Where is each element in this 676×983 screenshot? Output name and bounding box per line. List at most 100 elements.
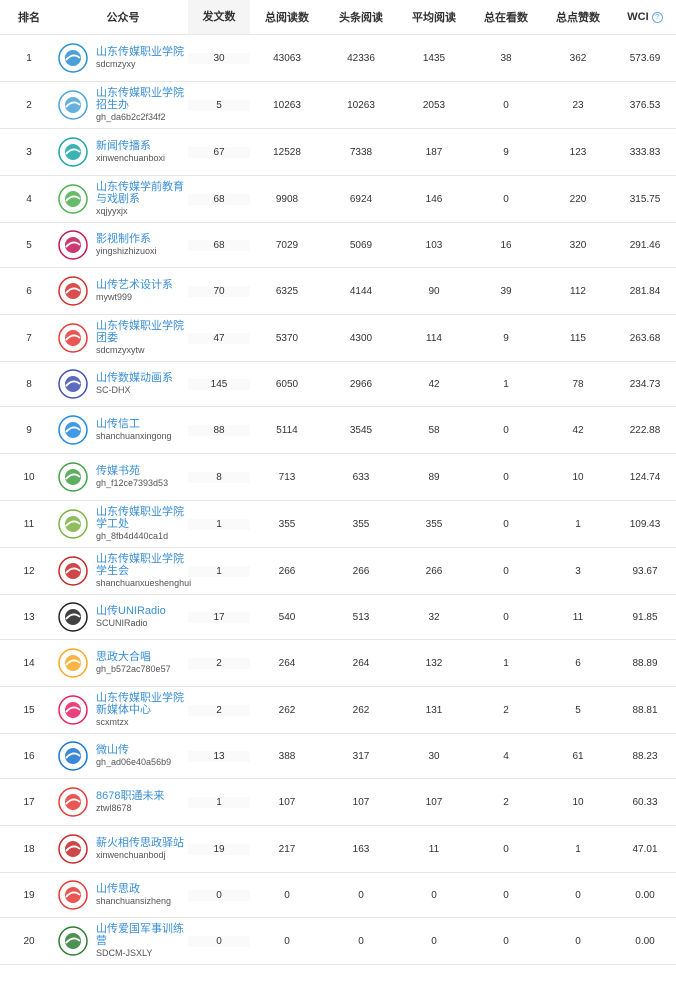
avatar-logo-icon xyxy=(58,230,88,260)
avatar-logo-icon xyxy=(58,90,88,120)
account-avatar[interactable] xyxy=(58,43,88,73)
account-avatar[interactable] xyxy=(58,369,88,399)
account-avatar[interactable] xyxy=(58,926,88,956)
account-avatar[interactable] xyxy=(58,741,88,771)
avg-reads-cell: 89 xyxy=(428,471,440,483)
rank-cell: 13 xyxy=(23,611,35,623)
table-row: 5 影视制作系 yingshizhizuoxi 68 7029 5069 103 16 320 2… xyxy=(0,223,676,268)
account-id: gh_f12ce7393d53 xyxy=(96,478,169,488)
account-avatar[interactable] xyxy=(58,184,88,214)
table-row: 2 山东传媒职业学院招生办 gh_da6b2c2f34f2 5 10263 10263 20… xyxy=(0,82,676,129)
account-avatar[interactable] xyxy=(58,509,88,539)
header-total-reads[interactable]: 总阅读数 xyxy=(250,9,324,25)
account-id: scxmtzx xyxy=(96,717,129,727)
account-avatar[interactable] xyxy=(58,90,88,120)
table-row: 8 山传数媒动画系 SC-DHX 145 6050 2966 42 1 78 234.73 xyxy=(0,362,676,407)
account-name-link[interactable]: 山东传媒职业学院学生会 xyxy=(96,553,191,577)
account-name-link[interactable]: 微山传 xyxy=(96,744,188,756)
avg-reads-cell: 0 xyxy=(431,889,437,901)
account-avatar[interactable] xyxy=(58,880,88,910)
header-rank[interactable]: 排名 xyxy=(0,9,58,25)
wci-cell: 376.53 xyxy=(629,99,661,111)
account-avatar[interactable] xyxy=(58,556,88,586)
account-name-link[interactable]: 新闻传播系 xyxy=(96,140,188,152)
posts-cell: 67 xyxy=(188,146,250,158)
account-avatar[interactable] xyxy=(58,462,88,492)
wci-cell: 333.83 xyxy=(629,146,661,158)
total-reads-cell: 5114 xyxy=(276,424,298,436)
account-name-link[interactable]: 山东传媒职业学院团委 xyxy=(96,320,188,344)
headline-reads-cell: 513 xyxy=(352,611,370,623)
account-id: sdcmzyxy xyxy=(96,59,136,69)
account-id: gh_ad06e40a56b9 xyxy=(96,757,172,767)
avg-reads-cell: 90 xyxy=(428,285,440,297)
header-account: 公众号 xyxy=(106,12,140,24)
posts-cell: 68 xyxy=(188,193,250,205)
account-avatar[interactable] xyxy=(58,787,88,817)
table-body: 1 山东传媒职业学院 sdcmzyxy 30 43063 42336 1435 38 362 57… xyxy=(0,35,676,965)
account-name-link[interactable]: 传媒书苑 xyxy=(96,465,188,477)
account-avatar[interactable] xyxy=(58,602,88,632)
avatar-logo-icon xyxy=(58,137,88,167)
account-name-link[interactable]: 山传UNIRadio xyxy=(96,605,188,617)
avatar-logo-icon xyxy=(58,602,88,632)
rank-cell: 7 xyxy=(26,332,32,344)
header-wci[interactable]: WCI? xyxy=(614,11,676,23)
account-avatar[interactable] xyxy=(58,230,88,260)
wci-cell: 47.01 xyxy=(632,843,658,855)
account-name-link[interactable]: 山传爱国军事训练营 xyxy=(96,923,188,947)
total-reads-cell: 264 xyxy=(278,657,296,669)
account-name-link[interactable]: 山东传媒职业学院新媒体中心 xyxy=(96,692,188,716)
table-row: 1 山东传媒职业学院 sdcmzyxy 30 43063 42336 1435 38 362 57… xyxy=(0,35,676,82)
account-avatar[interactable] xyxy=(58,648,88,678)
header-total-looking[interactable]: 总在看数 xyxy=(470,9,542,25)
account-name-link[interactable]: 山东传媒职业学院招生办 xyxy=(96,87,188,111)
account-name-link[interactable]: 思政大合唱 xyxy=(96,651,188,663)
looking-cell: 0 xyxy=(503,471,509,483)
looking-cell: 38 xyxy=(500,52,512,64)
account-name-link[interactable]: 山传数媒动画系 xyxy=(96,372,188,384)
likes-cell: 6 xyxy=(575,657,581,669)
account-avatar[interactable] xyxy=(58,695,88,725)
wci-cell: 222.88 xyxy=(629,424,661,436)
account-name-link[interactable]: 山传信工 xyxy=(96,418,188,430)
account-name-link[interactable]: 山东传媒职业学院学工处 xyxy=(96,506,188,530)
account-name-link[interactable]: 山传艺术设计系 xyxy=(96,279,188,291)
account-name-link[interactable]: 山传思政 xyxy=(96,883,188,895)
headline-reads-cell: 633 xyxy=(352,471,370,483)
total-reads-cell: 713 xyxy=(278,471,296,483)
likes-cell: 1 xyxy=(575,518,581,530)
total-reads-cell: 9908 xyxy=(275,193,299,205)
account-avatar[interactable] xyxy=(58,137,88,167)
wci-cell: 573.69 xyxy=(629,52,661,64)
account-id: xinwenchuanbodj xyxy=(96,850,166,860)
header-total-likes[interactable]: 总点赞数 xyxy=(542,9,614,25)
account-name-link[interactable]: 山东传媒职业学院 xyxy=(96,46,188,58)
avg-reads-cell: 1435 xyxy=(422,52,446,64)
avatar-logo-icon xyxy=(58,184,88,214)
account-avatar[interactable] xyxy=(58,415,88,445)
likes-cell: 362 xyxy=(569,52,587,64)
header-avg-reads[interactable]: 平均阅读 xyxy=(398,9,470,25)
account-avatar[interactable] xyxy=(58,276,88,306)
account-name-link[interactable]: 薪火相传思政驿站 xyxy=(96,837,188,849)
account-avatar[interactable] xyxy=(58,834,88,864)
account-id: shanchuanxueshenghui xyxy=(96,578,192,588)
table-row: 7 山东传媒职业学院团委 sdcmzyxytw 47 5370 4300 114 9 115 26… xyxy=(0,315,676,362)
header-posts[interactable]: 发文数 xyxy=(188,0,250,34)
account-name-link[interactable]: 影视制作系 xyxy=(96,233,188,245)
posts-cell: 1 xyxy=(188,796,250,808)
account-name-link[interactable]: 山东传媒学前教育与戏剧系 xyxy=(96,181,188,205)
posts-cell: 0 xyxy=(188,935,250,947)
help-icon[interactable]: ? xyxy=(651,11,663,23)
likes-cell: 115 xyxy=(570,332,586,344)
account-name-link[interactable]: 8678职通未来 xyxy=(96,790,188,802)
wci-cell: 93.67 xyxy=(632,565,658,577)
avatar-logo-icon xyxy=(58,369,88,399)
account-avatar[interactable] xyxy=(58,323,88,353)
table-header: 排名 公众号 发文数 总阅读数 头条阅读 平均阅读 总在看数 总点赞数 WCI? xyxy=(0,0,676,35)
account-id: gh_b572ac780e57 xyxy=(96,664,171,674)
headline-reads-cell: 264 xyxy=(352,657,370,669)
header-headline-reads[interactable]: 头条阅读 xyxy=(324,9,398,25)
wci-cell: 88.23 xyxy=(632,750,658,762)
